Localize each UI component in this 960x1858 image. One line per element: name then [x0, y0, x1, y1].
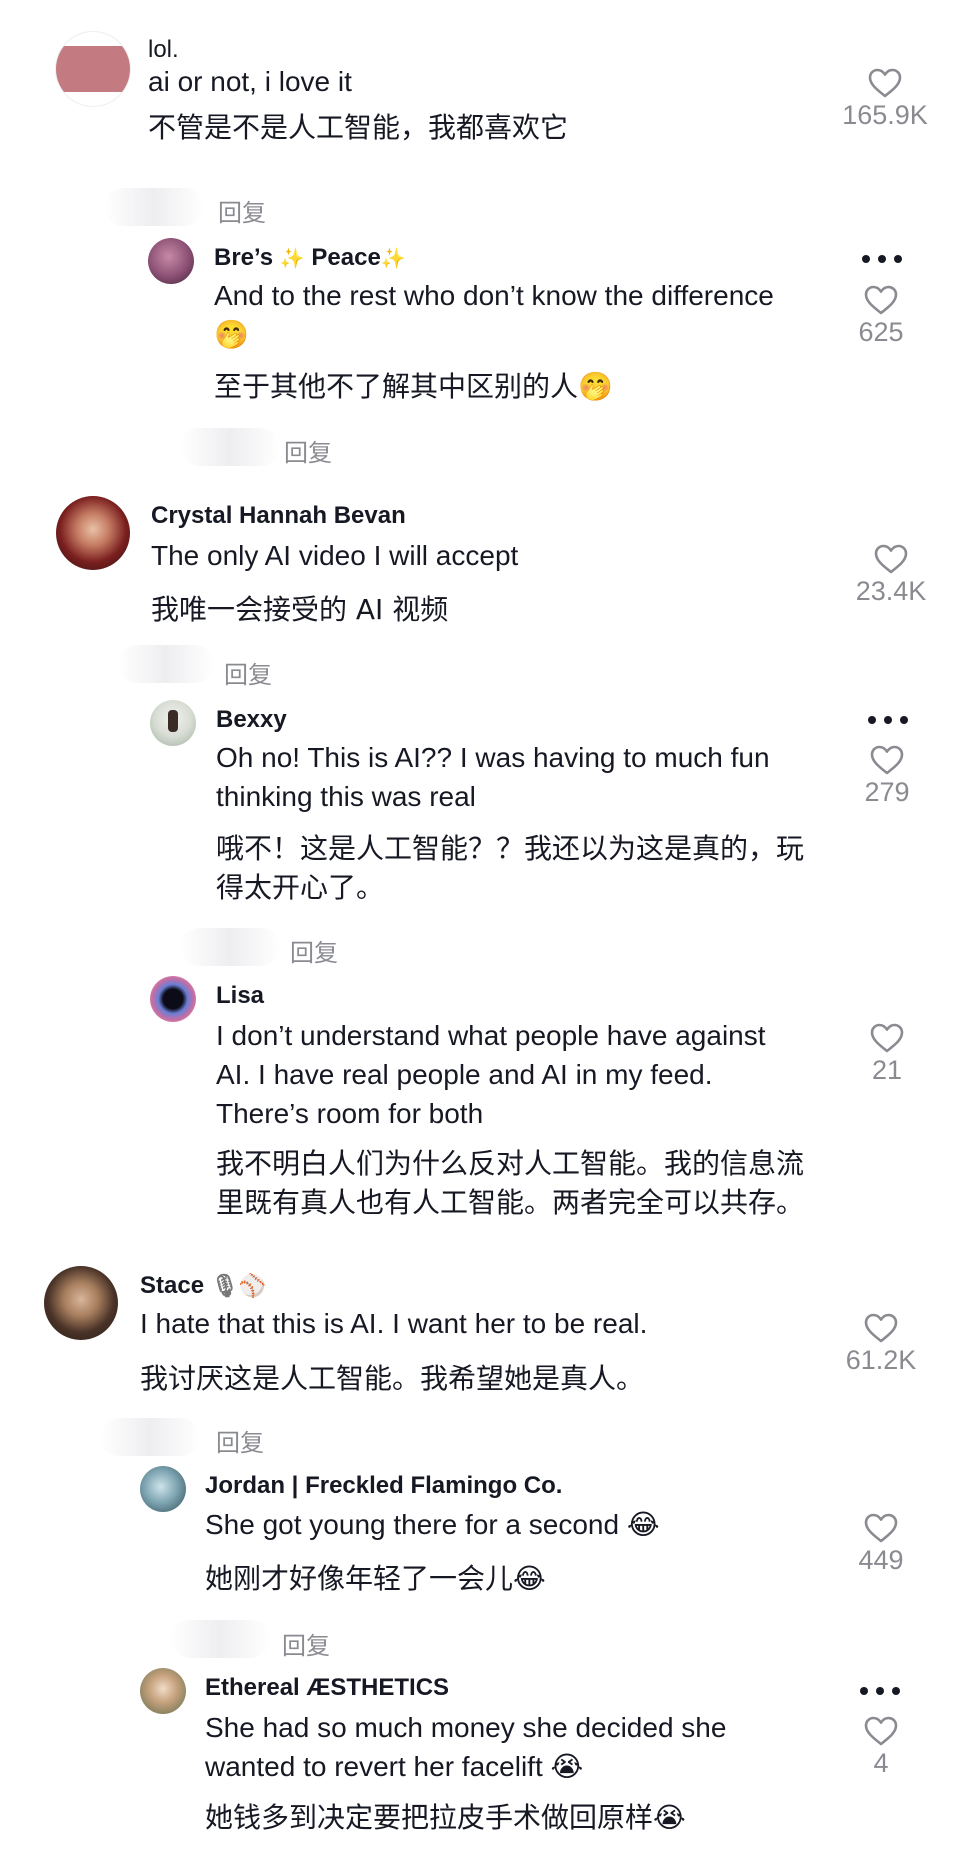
username[interactable]: Lisa [216, 982, 264, 1010]
like-count: 23.4K [855, 576, 927, 606]
comment-translation: 我唯一会接受的 AI 视频 [151, 593, 449, 626]
comment-line: There’s room for both [216, 1098, 484, 1129]
like-count: 449 [858, 1545, 904, 1575]
translation-line: 哦不！这是人工智能？？我还以为这是真的，玩 [216, 832, 805, 865]
comment-line: I don’t understand what people have agai… [216, 1020, 766, 1051]
username-name: Bre’s [214, 244, 274, 271]
blurred-timestamp [170, 1620, 270, 1658]
heart-icon [874, 544, 908, 574]
username-name: Stace [140, 1272, 205, 1299]
like-button[interactable]: 4 [826, 1716, 936, 1779]
sparkle-icon: ✨ [279, 248, 305, 270]
comment-translation: 我不明白人们为什么反对人工智能。我的信息流 里既有真人也有人工智能。两者完全可以… [216, 1144, 804, 1222]
sparkle-icon: ✨ [380, 248, 406, 270]
translation-line: 得太开心了。 [216, 871, 385, 904]
blurred-timestamp [118, 645, 214, 683]
like-count: 21 [871, 1055, 903, 1085]
translation-line: 我不明白人们为什么反对人工智能。我的信息流 [216, 1147, 805, 1180]
comment-line: Oh no! This is AI?? I was having to much… [216, 742, 770, 773]
comment-translation: 她钱多到决定要把拉皮手术做回原样😭 [205, 1801, 686, 1834]
heart-icon [870, 1023, 904, 1053]
more-icon[interactable] [862, 255, 906, 265]
username-suffix: Peace [311, 244, 381, 271]
reply-button[interactable]: 回复 [282, 1626, 330, 1661]
username[interactable]: lol. [148, 36, 179, 64]
username[interactable]: Crystal Hannah Bevan [151, 502, 406, 530]
comment-text: The only AI video I will accept [151, 540, 519, 571]
blurred-timestamp [180, 428, 280, 466]
avatar[interactable] [150, 700, 196, 746]
avatar[interactable] [150, 976, 196, 1022]
comment-line: 🤭 [214, 318, 249, 351]
like-count: 279 [864, 777, 910, 807]
comment-line: AI. I have real people and AI in my feed… [216, 1059, 713, 1090]
comment-translation: 我讨厌这是人工智能。我希望她是真人。 [140, 1362, 645, 1395]
username[interactable]: Jordan | Freckled Flamingo Co. [205, 1472, 562, 1500]
like-count: 165.9K [842, 100, 928, 130]
like-button[interactable]: 279 [832, 745, 942, 808]
like-button[interactable]: 61.2K [826, 1313, 936, 1376]
reply-button[interactable]: 回复 [216, 1423, 264, 1458]
username[interactable]: Bexxy [216, 706, 287, 734]
more-icon[interactable] [860, 1687, 904, 1697]
like-button[interactable]: 449 [826, 1513, 936, 1576]
heart-icon [864, 285, 898, 315]
heart-icon [870, 745, 904, 775]
like-count: 4 [873, 1748, 889, 1778]
comment-text: I don’t understand what people have agai… [216, 1016, 766, 1133]
like-button[interactable]: 165.9K [830, 68, 940, 131]
avatar[interactable] [44, 1266, 118, 1340]
comment-line: wanted to revert her facelift 😭 [205, 1751, 584, 1782]
heart-icon [864, 1716, 898, 1746]
comment-translation: 至于其他不了解其中区别的人🤭 [214, 370, 613, 403]
comment-text: She got young there for a second 😂 [205, 1509, 660, 1540]
reply-button[interactable]: 回复 [284, 433, 332, 468]
comment-translation: 哦不！这是人工智能？？我还以为这是真的，玩 得太开心了。 [216, 829, 804, 907]
username[interactable]: Bre’s ✨ Peace✨ [214, 244, 406, 272]
heart-icon [864, 1313, 898, 1343]
blurred-timestamp [180, 928, 280, 966]
comment-text: I hate that this is AI. I want her to be… [140, 1308, 648, 1339]
comment-text: And to the rest who don’t know the diffe… [214, 276, 774, 354]
reply-button[interactable]: 回复 [224, 655, 272, 690]
comment-text: ai or not, i love it [148, 66, 352, 97]
username[interactable]: Ethereal ÆSTHETICS [205, 1674, 449, 1702]
like-button[interactable]: 23.4K [836, 544, 946, 607]
microphone-baseball-icon: 🎙⚾ [210, 1274, 267, 1299]
avatar[interactable] [56, 32, 130, 106]
like-button[interactable]: 625 [826, 285, 936, 348]
heart-icon [868, 68, 902, 98]
like-count: 625 [858, 317, 904, 347]
reply-button[interactable]: 回复 [290, 933, 338, 968]
heart-icon [864, 1513, 898, 1543]
comment-text: She had so much money she decided she wa… [205, 1708, 726, 1786]
avatar[interactable] [148, 238, 194, 284]
reply-button[interactable]: 回复 [218, 193, 266, 228]
like-button[interactable]: 21 [832, 1023, 942, 1086]
comment-translation: 不管是不是人工智能，我都喜欢它 [148, 111, 569, 144]
blurred-timestamp [104, 188, 204, 226]
username[interactable]: Stace 🎙⚾ [140, 1272, 266, 1300]
like-count: 61.2K [845, 1345, 917, 1375]
comment-line: And to the rest who don’t know the diffe… [214, 280, 774, 311]
more-icon[interactable] [868, 716, 912, 726]
blurred-timestamp [100, 1418, 200, 1456]
translation-line: 里既有真人也有人工智能。两者完全可以共存。 [216, 1186, 805, 1219]
comment-translation: 她刚才好像年轻了一会儿😂 [205, 1562, 546, 1595]
comment-line: She had so much money she decided she [205, 1712, 727, 1743]
avatar[interactable] [56, 496, 130, 570]
avatar[interactable] [140, 1668, 186, 1714]
comment-line: thinking this was real [216, 781, 476, 812]
avatar[interactable] [140, 1466, 186, 1512]
comment-text: Oh no! This is AI?? I was having to much… [216, 738, 770, 816]
